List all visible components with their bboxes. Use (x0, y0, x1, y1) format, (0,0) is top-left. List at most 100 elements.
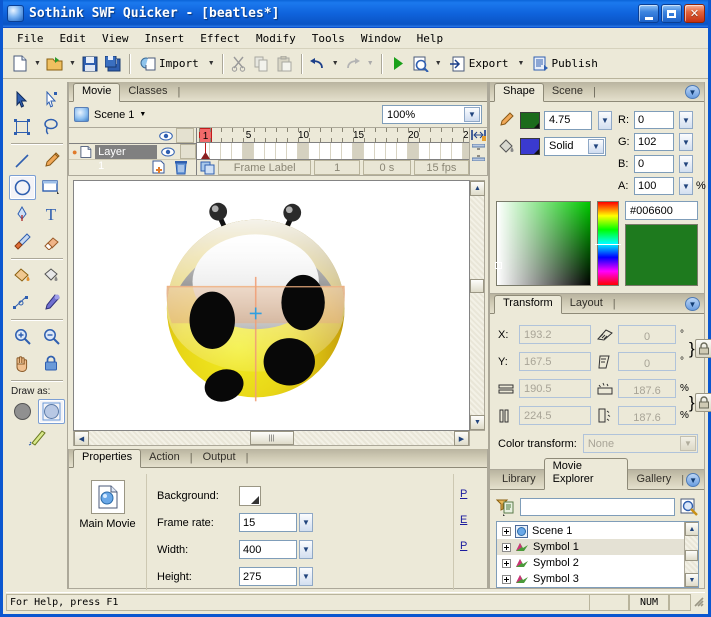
filter-icon[interactable] (496, 499, 515, 516)
scroll-up-icon[interactable]: ▲ (470, 181, 485, 196)
draw-as-shape-icon[interactable] (9, 399, 36, 424)
free-transform-icon[interactable] (9, 114, 36, 139)
collapse-rows-icon[interactable] (472, 154, 485, 161)
tab-layout[interactable]: Layout (562, 295, 611, 313)
new-file-dropdown-icon[interactable]: ▼ (32, 53, 43, 75)
pen-icon[interactable] (9, 202, 36, 227)
stage-canvas[interactable] (73, 180, 470, 431)
stroke-width-spinner-icon[interactable]: ▼ (598, 111, 612, 130)
menu-view[interactable]: View (94, 30, 137, 47)
frame-rate-input[interactable]: 15 (239, 513, 297, 532)
layer-visibility-icon[interactable] (160, 144, 176, 159)
width-input[interactable]: 190.5 (519, 379, 591, 398)
export-dropdown-icon[interactable]: ▼ (516, 53, 527, 75)
zoom-in-icon[interactable] (9, 324, 36, 349)
scroll-left-icon[interactable]: ◀ (74, 431, 89, 446)
frame-cell[interactable] (364, 143, 375, 159)
frame-cell[interactable] (353, 143, 364, 159)
pencil-stroke-icon[interactable] (496, 110, 516, 130)
stroke-width-input[interactable]: 4.75 (544, 111, 592, 130)
export-button[interactable]: Export (445, 53, 515, 75)
undo-dropdown-icon[interactable]: ▼ (330, 53, 341, 75)
stage-horizontal-scrollbar[interactable]: ◀ ||| ▶ (73, 431, 470, 446)
alpha-input[interactable]: 100 (634, 177, 674, 195)
chevron-down-icon[interactable]: ▼ (464, 107, 480, 122)
preview-dropdown-icon[interactable]: ▼ (433, 53, 444, 75)
tree-node-scene[interactable]: Scene 1 (497, 523, 684, 539)
frame-cell[interactable] (419, 143, 430, 159)
frame-cell[interactable] (232, 143, 243, 159)
arrow-select-icon[interactable] (9, 87, 36, 112)
vscroll-thumb[interactable] (470, 279, 484, 293)
frame-label-field[interactable]: Frame Label (218, 160, 311, 175)
background-color-swatch[interactable] (239, 486, 261, 506)
magic-wand-icon[interactable] (23, 426, 50, 451)
frames-strip[interactable] (197, 143, 469, 160)
menu-edit[interactable]: Edit (52, 30, 95, 47)
frame-cell[interactable] (298, 143, 309, 159)
blue-spinner-icon[interactable]: ▼ (679, 155, 693, 173)
text-icon[interactable]: T (38, 202, 65, 227)
frame-rate-spinner-icon[interactable]: ▼ (299, 513, 313, 532)
lock-scale-icon[interactable] (695, 393, 711, 412)
tree-scroll-down-icon[interactable]: ▼ (685, 573, 699, 587)
tab-gallery[interactable]: Gallery (628, 471, 679, 489)
frame-cell[interactable] (441, 143, 452, 159)
red-spinner-icon[interactable]: ▼ (679, 111, 693, 129)
zoom-out-icon[interactable] (38, 324, 65, 349)
ellipse-icon[interactable] (9, 175, 36, 200)
close-icon[interactable]: ✕ (684, 4, 705, 23)
draw-as-object-icon[interactable] (38, 399, 65, 424)
resize-grip-icon[interactable] (691, 594, 705, 611)
transform-panel-menu-icon[interactable]: ▼ (685, 297, 700, 311)
rotate-input[interactable]: 0 (618, 325, 676, 344)
paint-bucket-fill-icon[interactable] (496, 136, 516, 156)
frame-cell[interactable] (287, 143, 298, 159)
scale-width-input[interactable]: 187.6 (618, 379, 676, 398)
scroll-right-icon[interactable]: ▶ (454, 431, 469, 446)
tab-movie[interactable]: Movie (73, 83, 120, 102)
brush-icon[interactable] (9, 229, 36, 254)
preview-link[interactable]: P (460, 488, 467, 500)
x-input[interactable]: 193.2 (519, 325, 591, 344)
find-icon[interactable] (680, 498, 699, 516)
height-input[interactable]: 224.5 (519, 406, 591, 425)
menu-help[interactable]: Help (409, 30, 452, 47)
frame-cell[interactable] (243, 143, 254, 159)
expand-plus-icon[interactable] (502, 559, 511, 568)
paste-icon[interactable] (274, 53, 296, 75)
tab-movie-explorer[interactable]: Movie Explorer (544, 458, 629, 490)
subselect-icon[interactable] (38, 87, 65, 112)
copy-icon[interactable] (251, 53, 273, 75)
import-button[interactable]: Import (135, 53, 205, 75)
line-icon[interactable] (9, 148, 36, 173)
layer-lock-cell[interactable] (180, 144, 196, 159)
fill-type-chevron-down-icon[interactable]: ▼ (588, 139, 604, 154)
tree-node-symbol-1[interactable]: Symbol 1 (497, 539, 684, 555)
tree-node-symbol-3[interactable]: Symbol 3 (497, 571, 684, 587)
red-input[interactable]: 0 (634, 111, 674, 129)
menu-tools[interactable]: Tools (304, 30, 353, 47)
tree-scroll-up-icon[interactable]: ▲ (685, 522, 699, 536)
fit-frames-icon[interactable] (471, 129, 486, 141)
tree-scroll-thumb[interactable] (685, 550, 698, 561)
eyedropper-icon[interactable] (38, 290, 65, 315)
eye-icon[interactable] (157, 128, 175, 143)
pencil-icon[interactable] (38, 148, 65, 173)
frame-cell[interactable] (331, 143, 342, 159)
save-all-icon[interactable] (102, 53, 124, 75)
tab-properties[interactable]: Properties (73, 449, 141, 468)
cut-icon[interactable] (228, 53, 250, 75)
hscroll-thumb[interactable]: ||| (250, 431, 294, 445)
lock-rotate-skew-icon[interactable] (695, 339, 711, 358)
save-icon[interactable] (79, 53, 101, 75)
stroke-color-swatch[interactable] (520, 112, 540, 129)
open-file-dropdown-icon[interactable]: ▼ (67, 53, 78, 75)
width-input[interactable]: 400 (239, 540, 297, 559)
menu-file[interactable]: File (9, 30, 52, 47)
color-transform-chevron-down-icon[interactable]: ▼ (680, 436, 696, 451)
publish-link[interactable]: P (460, 540, 467, 552)
delete-layer-icon[interactable] (174, 160, 188, 175)
skew-input[interactable]: 0 (618, 352, 676, 371)
explorer-panel-menu-icon[interactable]: ▼ (686, 473, 700, 487)
